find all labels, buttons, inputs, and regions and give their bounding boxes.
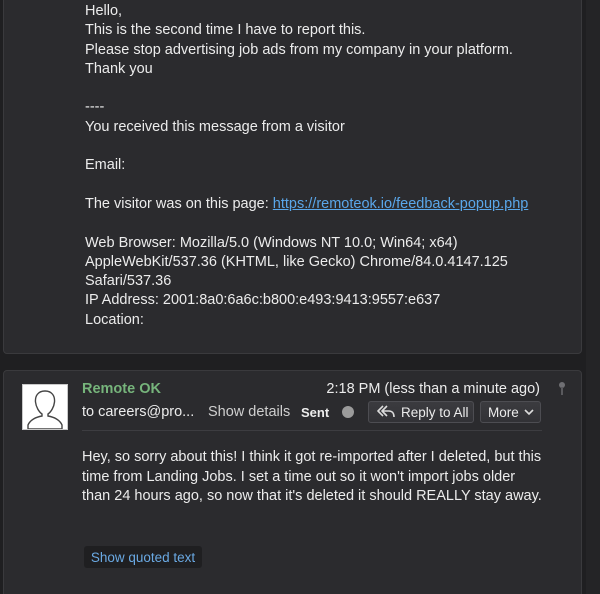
body-line: Safari/537.36 — [85, 273, 172, 290]
show-quoted-text-button[interactable]: Show quoted text — [84, 546, 202, 568]
body-line: Email: — [85, 157, 126, 174]
message-card-second: Remote OK 2:18 PM (less than a minute ag… — [3, 370, 582, 594]
body-line: Location: — [85, 311, 144, 328]
body-line: Thank you — [85, 60, 153, 77]
recipient-line: to careers@pro... — [82, 404, 195, 420]
body-line: ---- — [85, 99, 105, 116]
visitor-page-link[interactable]: https://remoteok.io/feedback-popup.php — [273, 196, 529, 212]
more-label: More — [488, 404, 519, 420]
show-details-link[interactable]: Show details — [208, 404, 290, 420]
body-line: IP Address: 2001:8a0:6a6c:b800:e493:9413… — [85, 292, 441, 309]
person-silhouette-icon — [27, 390, 63, 430]
body-line: You received this message from a visitor — [85, 118, 345, 135]
body-line — [85, 176, 555, 195]
reply-all-button[interactable]: Reply to All — [368, 401, 474, 423]
reply-all-icon — [377, 405, 395, 418]
message-timestamp: 2:18 PM (less than a minute ago) — [326, 381, 540, 397]
body-line: AppleWebKit/537.36 (KHTML, like Gecko) C… — [85, 253, 508, 270]
avatar — [22, 384, 68, 430]
body-line — [85, 79, 555, 98]
sent-status-label: Sent — [301, 405, 330, 420]
chevron-down-icon — [524, 409, 534, 416]
body-line: Hello, — [85, 3, 123, 19]
header-divider — [82, 430, 542, 431]
email-thread-view: Hello, This is the second time I have to… — [0, 0, 600, 594]
visitor-page-label: The visitor was on this page: — [85, 195, 273, 212]
message-body-first: Hello, This is the second time I have to… — [85, 2, 555, 330]
body-line: Web Browser: Mozilla/5.0 (Windows NT 10.… — [85, 234, 458, 251]
body-line: This is the second time I have to report… — [85, 22, 366, 39]
body-line — [85, 214, 555, 233]
visitor-page-line: The visitor was on this page: https://re… — [85, 195, 555, 214]
message-card-first: Hello, This is the second time I have to… — [3, 0, 582, 354]
sender-name[interactable]: Remote OK — [82, 381, 161, 397]
status-dot-icon — [342, 406, 354, 418]
more-button[interactable]: More — [480, 401, 541, 423]
message-body-second: Hey, so sorry about this! I think it got… — [82, 449, 542, 504]
scrollbar-track[interactable] — [586, 0, 600, 594]
body-line — [85, 137, 555, 156]
body-line: Please stop advertising job ads from my … — [85, 41, 513, 58]
reply-all-label: Reply to All — [401, 404, 469, 420]
pin-icon[interactable] — [557, 381, 567, 397]
